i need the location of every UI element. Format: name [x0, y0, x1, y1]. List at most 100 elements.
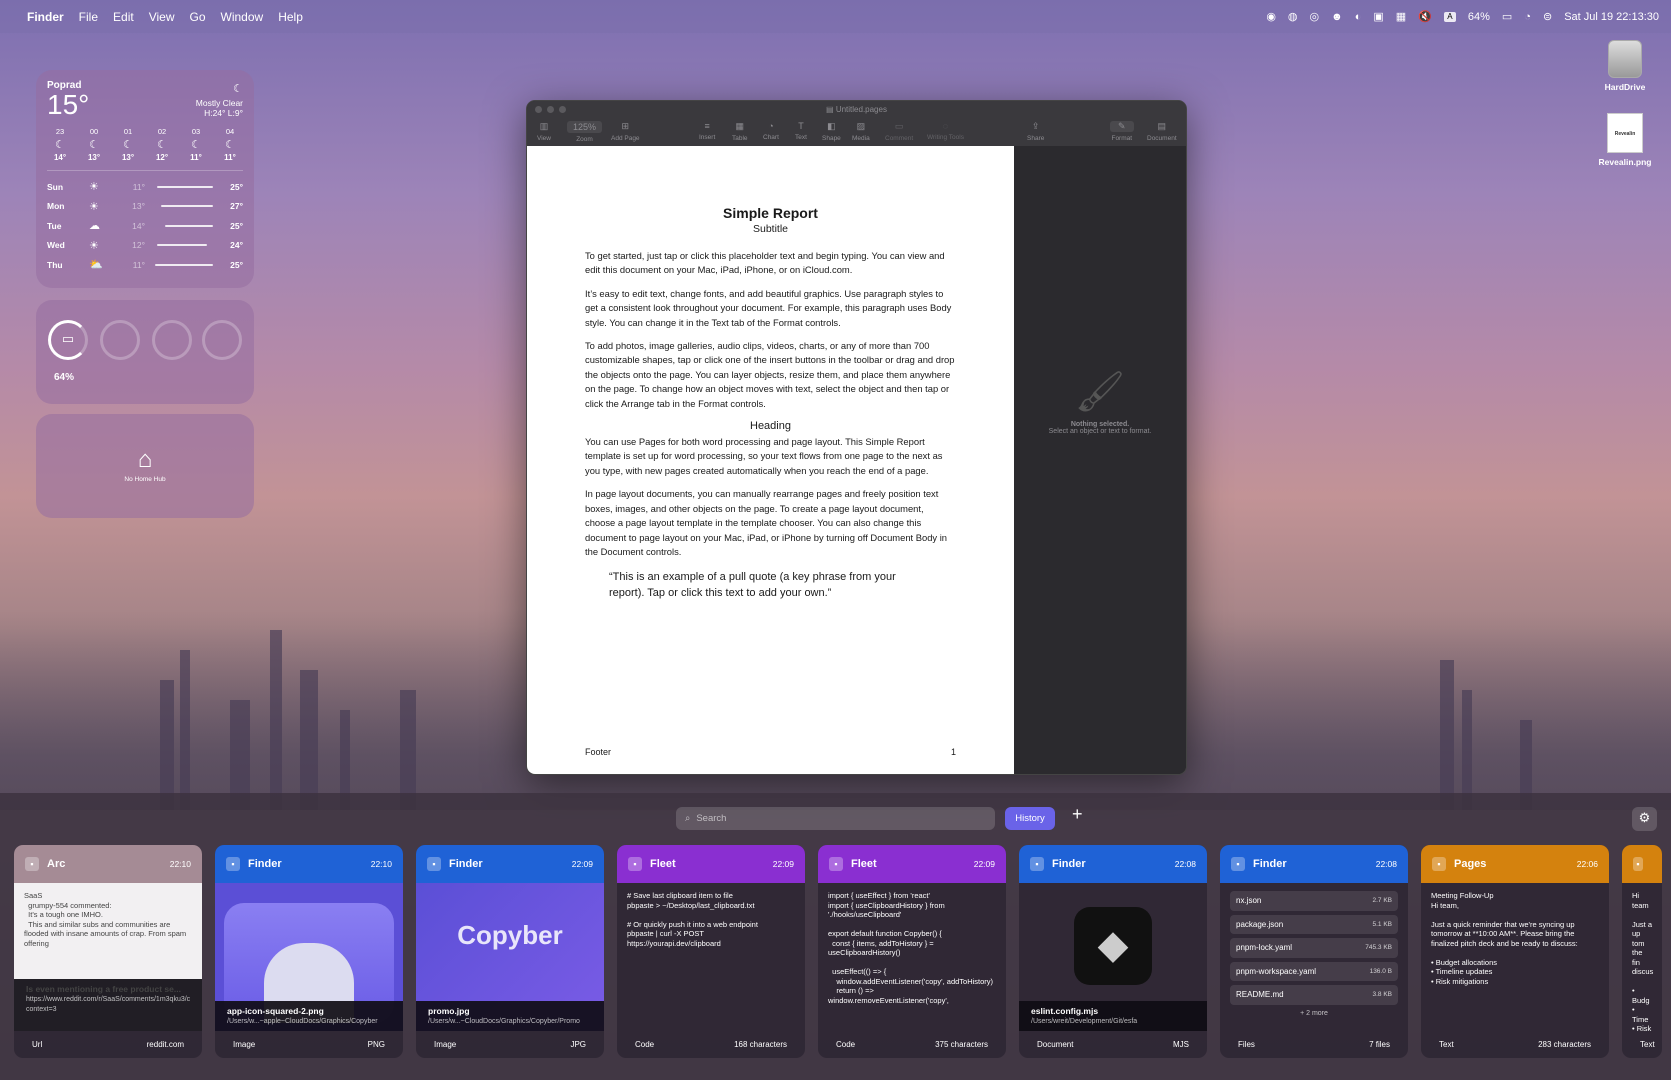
- menu-help[interactable]: Help: [278, 10, 303, 24]
- more-files: + 2 more: [1300, 1009, 1328, 1017]
- inspector-title: Nothing selected.: [1070, 421, 1130, 428]
- battery-widget[interactable]: ▭ 64%: [36, 300, 254, 404]
- menu-edit[interactable]: Edit: [113, 10, 134, 24]
- view-button[interactable]: ▥ View: [537, 121, 551, 142]
- clipboard-card[interactable]: ▪ Finder 22:08 ◆ eslint.config.mjs/Users/wre…: [1019, 845, 1207, 1058]
- comment-button[interactable]: ▭ Comment: [885, 121, 913, 142]
- app-icon: ▪: [1231, 857, 1245, 871]
- card-footer: Text: [1640, 1040, 1655, 1049]
- home-widget[interactable]: ⌂ No Home Hub: [36, 414, 254, 518]
- battery-percent[interactable]: 64%: [1468, 11, 1490, 23]
- card-app-name: Fleet: [851, 858, 877, 870]
- doc-subtitle[interactable]: Subtitle: [585, 223, 956, 235]
- clipboard-card[interactable]: ▪ Finder 22:10 app-icon-squared-2.png/Users…: [215, 845, 403, 1058]
- clock[interactable]: Sat Jul 19 22:13:30: [1564, 11, 1659, 23]
- wifi-icon[interactable]: ◔: [1524, 11, 1531, 23]
- card-footer: Code 375 characters: [836, 1040, 988, 1049]
- card-caption: eslint.config.mjs/Users/wreit/Developmen…: [1019, 1001, 1207, 1031]
- harddrive-icon: [1608, 40, 1642, 78]
- menu-view[interactable]: View: [149, 10, 175, 24]
- card-content: # Save last clipboard item to file pbpas…: [627, 891, 758, 948]
- card-footer: Text 283 characters: [1439, 1040, 1591, 1049]
- app-icon: ▪: [628, 857, 642, 871]
- add-collection-icon[interactable]: +: [1072, 804, 1083, 825]
- doc-paragraph[interactable]: It’s easy to edit text, change fonts, an…: [585, 287, 956, 330]
- document-page[interactable]: Simple Report Subtitle To get started, j…: [527, 146, 1014, 774]
- daily-forecast: Sun ☀ 11° 25° Mon ☀ 13° 27° Tue ☁ 14° 25° Wed ☀ 12°…: [47, 170, 243, 275]
- app-icon: ▪: [25, 857, 39, 871]
- menu-go[interactable]: Go: [190, 10, 206, 24]
- battery-ring-empty: [100, 320, 140, 360]
- menu-file[interactable]: File: [79, 10, 98, 24]
- chart-button[interactable]: ◔ Chart: [763, 121, 779, 141]
- status-app-icon[interactable]: ▦: [1396, 10, 1406, 23]
- doc-pull-quote[interactable]: “This is an example of a pull quote (a k…: [609, 569, 932, 601]
- clipboard-card[interactable]: ▪ Hi team Just a up tom the fin discus • …: [1622, 845, 1662, 1058]
- clipboard-card[interactable]: ▪ Fleet 22:09 # Save last clipboard item to…: [617, 845, 805, 1058]
- doc-paragraph[interactable]: In page layout documents, you can manual…: [585, 487, 956, 559]
- clipboard-card[interactable]: ▪ Fleet 22:09 import { useEffect } from 're…: [818, 845, 1006, 1058]
- status-app-icon[interactable]: ☻: [1331, 11, 1343, 23]
- share-button[interactable]: ⇪ Share: [1027, 121, 1044, 142]
- card-header: ▪ Fleet 22:09: [818, 845, 1006, 883]
- text-button[interactable]: T Text: [795, 121, 807, 141]
- clipboard-card[interactable]: ▪ Finder 22:08 nx.json 2.7 KB package.json 5.1…: [1220, 845, 1408, 1058]
- status-app-icon[interactable]: ◍: [1288, 10, 1298, 23]
- paintbrush-icon: 🖌: [1074, 370, 1126, 414]
- card-app-name: Finder: [449, 858, 483, 870]
- card-app-name: Finder: [1253, 858, 1287, 870]
- clipboard-card[interactable]: ▪ Pages 22:06 Meeting Follow-Up Hi team, Ju…: [1421, 845, 1609, 1058]
- card-footer: Document MJS: [1037, 1040, 1189, 1049]
- status-app-icon[interactable]: ▣: [1373, 10, 1383, 23]
- document-button[interactable]: ▤ Document: [1147, 121, 1177, 142]
- card-time: 22:10: [370, 859, 392, 869]
- pages-window[interactable]: ▤ Untitled.pages ▥ View 125% Zoom ⊞ Add Pag…: [526, 100, 1187, 775]
- zoom-select[interactable]: 125% Zoom: [567, 121, 603, 143]
- clipboard-card[interactable]: ▪ Arc 22:10 SaaS grumpy-554 commented: It's…: [14, 845, 202, 1058]
- desktop-icon-revealin[interactable]: Revealin Revealin.png: [1590, 113, 1660, 167]
- status-app-icon[interactable]: ◎: [1310, 10, 1320, 23]
- card-header: ▪ Finder 22:08: [1220, 845, 1408, 883]
- doc-paragraph[interactable]: You can use Pages for both word processi…: [585, 435, 956, 478]
- weather-widget[interactable]: Poprad 15° ☾ Mostly Clear H:24° L:9° 23 ☾ 1…: [36, 70, 254, 288]
- eslint-icon: ◆: [1074, 907, 1152, 985]
- desktop-icon-label: HardDrive: [1604, 82, 1646, 92]
- control-center-icon[interactable]: ⊜: [1543, 10, 1552, 23]
- card-time: 22:10: [169, 859, 191, 869]
- card-time: 22:06: [1576, 859, 1598, 869]
- volume-icon[interactable]: 🔇: [1418, 10, 1432, 23]
- doc-heading[interactable]: Heading: [585, 420, 956, 432]
- doc-paragraph[interactable]: To get started, just tap or click this p…: [585, 249, 956, 278]
- table-button[interactable]: ▦ Table: [732, 121, 748, 142]
- status-app-icon[interactable]: ◉: [1266, 10, 1276, 23]
- file-item: pnpm-workspace.yaml 136.0 B: [1230, 961, 1398, 981]
- doc-paragraph[interactable]: To add photos, image galleries, audio cl…: [585, 339, 956, 411]
- format-button[interactable]: ✎ Format: [1110, 121, 1134, 142]
- media-button[interactable]: ▨ Media: [852, 121, 870, 142]
- card-header: ▪ Pages 22:06: [1421, 845, 1609, 883]
- search-icon: ⌕: [685, 813, 691, 824]
- add-page-button[interactable]: ⊞ Add Page: [611, 121, 640, 142]
- file-item: package.json 5.1 KB: [1230, 914, 1398, 934]
- card-time: 22:09: [571, 859, 593, 869]
- clipboard-card[interactable]: ▪ Finder 22:09 Copyber promo.jpg/Users/w...~…: [416, 845, 604, 1058]
- gear-icon[interactable]: ⚙: [1632, 807, 1657, 831]
- battery-icon[interactable]: ▭: [1502, 10, 1512, 23]
- input-source-icon[interactable]: A: [1443, 11, 1456, 22]
- insert-button[interactable]: ≡ Insert: [699, 121, 715, 141]
- app-menu[interactable]: Finder: [27, 10, 64, 24]
- desktop-icon-harddrive[interactable]: HardDrive: [1590, 40, 1660, 92]
- battery-ring-empty: [202, 320, 242, 360]
- shape-button[interactable]: ◧ Shape: [822, 121, 841, 142]
- app-icon: ▪: [226, 857, 240, 871]
- card-content: nx.json 2.7 KB package.json 5.1 KB pnpm-lock…: [1220, 883, 1408, 1031]
- menu-window[interactable]: Window: [221, 10, 264, 24]
- menu-bar: Finder File Edit View Go Window Help ◉ ◍…: [0, 0, 1671, 33]
- search-input[interactable]: ⌕ Search: [676, 807, 995, 830]
- doc-title[interactable]: Simple Report: [585, 205, 956, 221]
- writing-tools-button[interactable]: ◌ Writing Tools: [927, 121, 964, 141]
- doc-footer[interactable]: Footer 1: [585, 747, 956, 757]
- history-button[interactable]: History: [1005, 807, 1055, 830]
- desktop-icon-label: Revealin.png: [1598, 157, 1652, 167]
- status-app-icon[interactable]: ◐: [1355, 11, 1362, 23]
